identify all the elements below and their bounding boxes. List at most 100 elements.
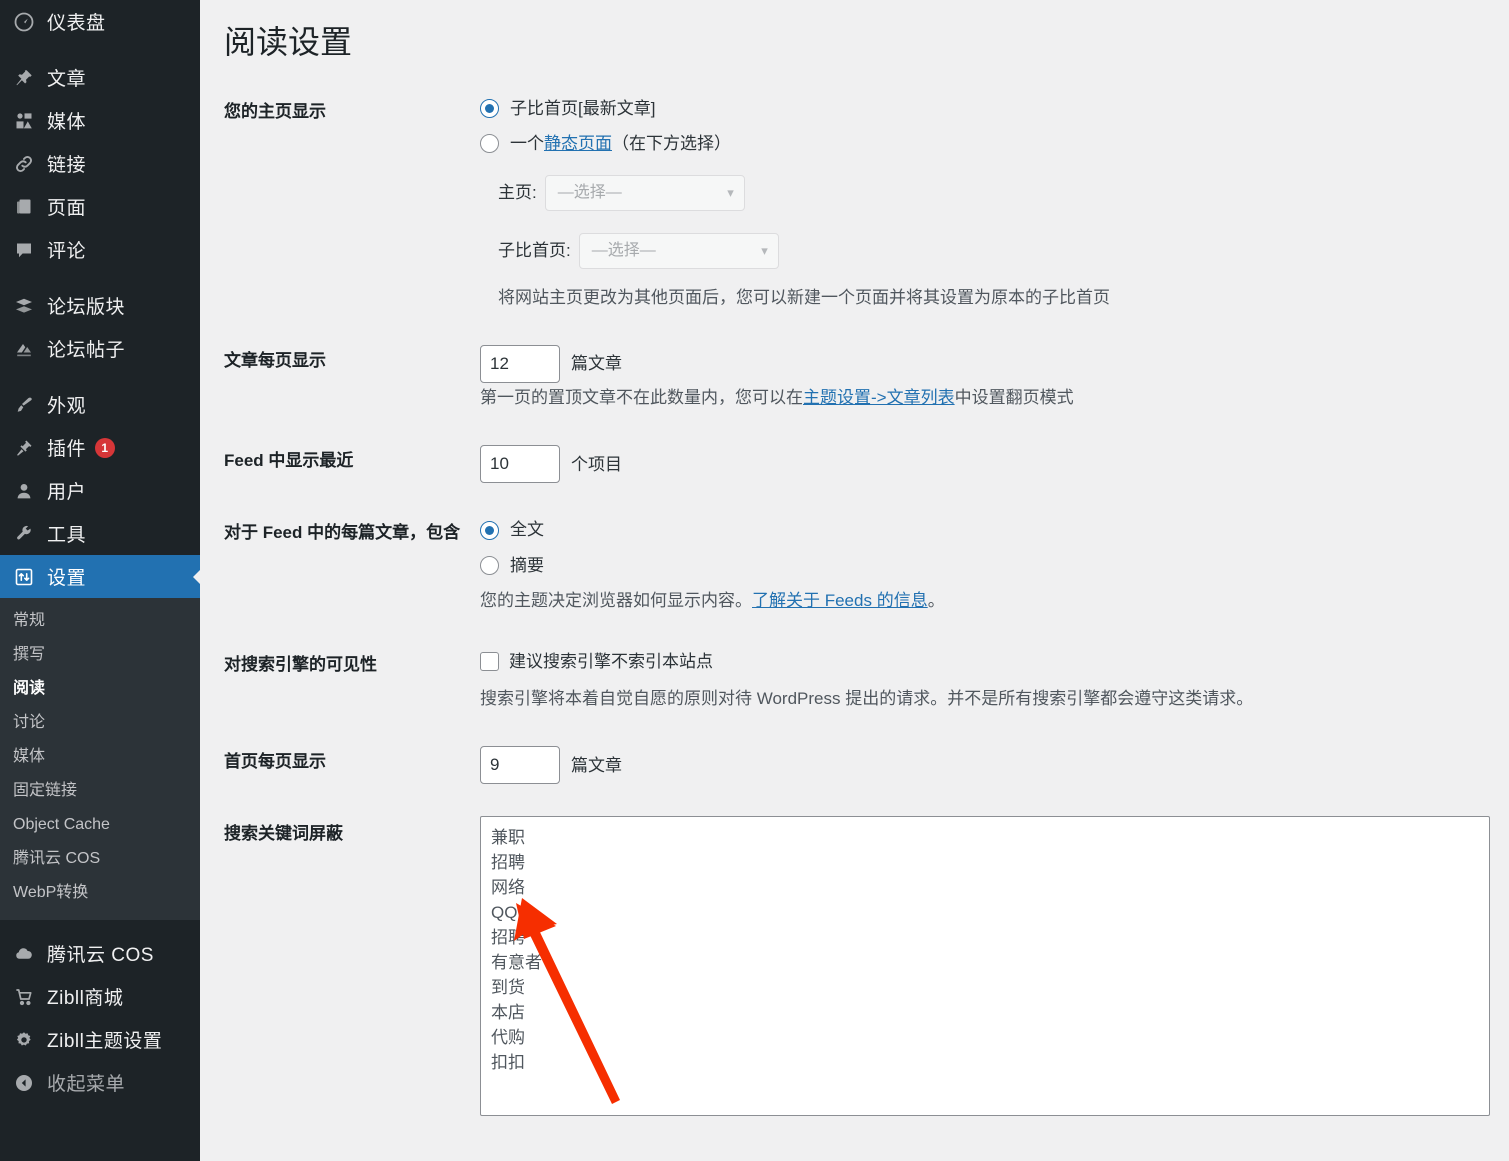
plugin-update-badge: 1 (95, 437, 116, 458)
sidebar-item-users[interactable]: 用户 (0, 469, 200, 512)
sidebar-item-appearance[interactable]: 外观 (0, 383, 200, 426)
chevron-down-icon: ▾ (727, 185, 734, 201)
tools-wrench-icon (9, 524, 47, 544)
note-after: 中设置翻页模式 (954, 387, 1074, 407)
home-per-page-unit: 篇文章 (571, 755, 622, 775)
submenu-item-discussion[interactable]: 讨论 (0, 706, 200, 740)
admin-sidebar: 仪表盘 文章 媒体 链接 页面 评论 论坛版块 论坛帖子 外观 插件 1 用户 … (0, 0, 200, 1161)
radio-indicator (480, 134, 499, 154)
submenu-item-object-cache[interactable]: Object Cache (0, 808, 200, 842)
radio-label-suffix: （在下方选择） (612, 134, 731, 154)
sidebar-item-zibll-theme-settings[interactable]: Zibll主题设置 (0, 1018, 200, 1061)
sidebar-item-posts[interactable]: 文章 (0, 56, 200, 99)
home-per-page-field: 篇文章 (480, 746, 1499, 785)
sidebar-label: 文章 (47, 69, 87, 90)
sidebar-divider (0, 271, 200, 284)
settings-icon (9, 567, 47, 587)
sidebar-label: 外观 (47, 396, 87, 417)
radio-homepage-static[interactable]: 一个 静态页面 （在下方选择） (480, 131, 1499, 157)
postspage-select-row: 子比首页: —选择— ▾ (498, 232, 1499, 269)
comment-icon (9, 240, 47, 260)
admin-page: 仪表盘 文章 媒体 链接 页面 评论 论坛版块 论坛帖子 外观 插件 1 用户 … (0, 0, 1509, 1161)
feed-items-unit: 个项目 (571, 454, 622, 474)
sidebar-divider (0, 370, 200, 383)
theme-settings-link[interactable]: 主题设置->文章列表 (803, 388, 955, 407)
sidebar-item-media[interactable]: 媒体 (0, 99, 200, 142)
sidebar-label: 收起菜单 (47, 1074, 126, 1095)
label-home-per-page: 首页每页显示 (224, 752, 326, 772)
label-postspage-select: 子比首页: (498, 240, 571, 260)
posts-per-page-note: 第一页的置顶文章不在此数量内，您可以在主题设置->文章列表中设置翻页模式 (480, 385, 1499, 411)
radio-label: 摘要 (510, 555, 544, 575)
submenu-item-tencent-cos[interactable]: 腾讯云 COS (0, 842, 200, 876)
row-search-visibility: 对搜索引擎的可见性 建议搜索引擎不索引本站点 搜索引擎将本着自觉自愿的原则对待 … (200, 631, 1509, 729)
sidebar-item-dashboard[interactable]: 仪表盘 (0, 0, 200, 43)
main-content: 阅读设置 您的主页显示 子比首页[最新文章] 一个 静态页面 （在下方选择） 主… (200, 0, 1509, 1161)
note-before: 您的主题决定浏览器如何显示内容。 (480, 591, 752, 611)
home-per-page-input[interactable] (480, 746, 560, 785)
postspage-select-value: —选择— (591, 241, 656, 259)
sidebar-item-plugins[interactable]: 插件 1 (0, 426, 200, 469)
row-homepage-display: 您的主页显示 子比首页[最新文章] 一个 静态页面 （在下方选择） 主页: —选… (200, 78, 1509, 327)
appearance-brush-icon (9, 395, 47, 415)
sidebar-label: 论坛帖子 (47, 340, 126, 361)
sidebar-item-tencent-cos-plugin[interactable]: 腾讯云 COS (0, 932, 200, 975)
label-homepage-select: 主页: (498, 182, 537, 202)
homepage-select[interactable]: —选择— ▾ (544, 174, 745, 211)
sidebar-item-collapse-menu[interactable]: 收起菜单 (0, 1061, 200, 1104)
radio-homepage-posts[interactable]: 子比首页[最新文章] (480, 96, 1499, 122)
sidebar-label: 插件 (47, 439, 87, 460)
homepage-select-value: —选择— (557, 183, 622, 201)
label-homepage-display: 您的主页显示 (224, 101, 326, 121)
feed-items-input[interactable] (480, 445, 560, 484)
row-feed-items: Feed 中显示最近 个项目 (200, 427, 1509, 499)
sidebar-item-comments[interactable]: 评论 (0, 228, 200, 271)
sidebar-bottom-group: 腾讯云 COS Zibll商城 Zibll主题设置 收起菜单 (0, 920, 200, 1104)
homepage-note: 将网站主页更改为其他页面后，您可以新建一个页面并将其设置为原本的子比首页 (498, 287, 1110, 307)
static-page-link[interactable]: 静态页面 (544, 131, 612, 157)
submenu-item-reading[interactable]: 阅读 (0, 672, 200, 706)
sidebar-label: 仪表盘 (47, 13, 106, 34)
label-posts-per-page: 文章每页显示 (224, 350, 326, 370)
radio-indicator (480, 520, 499, 540)
sidebar-item-forum-topic[interactable]: 论坛帖子 (0, 327, 200, 370)
link-icon (9, 154, 47, 174)
sidebar-item-zibll-shop[interactable]: Zibll商城 (0, 975, 200, 1018)
sidebar-item-settings[interactable]: 设置 (0, 555, 200, 598)
submenu-item-writing[interactable]: 撰写 (0, 638, 200, 672)
posts-per-page-input[interactable] (480, 344, 560, 383)
sidebar-label: 用户 (47, 482, 87, 503)
sidebar-item-tools[interactable]: 工具 (0, 512, 200, 555)
cart-icon (9, 987, 47, 1007)
sidebar-label: 页面 (47, 198, 87, 219)
search-visibility-note: 搜索引擎将本着自觉自愿的原则对待 WordPress 提出的请求。并不是所有搜索… (480, 689, 1254, 709)
forum-topic-icon (9, 339, 47, 359)
sidebar-item-pages[interactable]: 页面 (0, 185, 200, 228)
postspage-select[interactable]: —选择— ▾ (578, 232, 779, 269)
sidebar-label: Zibll商城 (47, 988, 124, 1009)
radio-label-prefix: 一个 (510, 134, 544, 154)
plugin-icon (9, 438, 47, 458)
radio-feed-full[interactable]: 全文 (480, 517, 1499, 543)
collapse-arrow-icon (9, 1073, 47, 1093)
sidebar-label: 论坛版块 (47, 297, 126, 318)
submenu-item-media[interactable]: 媒体 (0, 740, 200, 774)
note-before: 第一页的置顶文章不在此数量内，您可以在 (480, 387, 803, 407)
sidebar-label: 媒体 (47, 112, 87, 133)
checkbox-indicator (480, 651, 499, 671)
row-feed-content: 对于 Feed 中的每篇文章，包含 全文 摘要 您的主题决定浏览器如何显示内容。… (200, 499, 1509, 630)
sidebar-label: Zibll主题设置 (47, 1031, 163, 1052)
submenu-item-permalinks[interactable]: 固定链接 (0, 774, 200, 808)
keyword-block-textarea[interactable]: 兼职 招聘 网络 QQ 招聘 有意者 到货 本店 代购 扣扣 (480, 816, 1490, 1117)
forum-board-icon (9, 296, 47, 316)
sidebar-item-links[interactable]: 链接 (0, 142, 200, 185)
feeds-info-link[interactable]: 了解关于 Feeds 的信息 (752, 591, 928, 610)
submenu-item-webp[interactable]: WebP转换 (0, 876, 200, 910)
label-keyword-block: 搜索关键词屏蔽 (224, 824, 343, 844)
row-home-per-page: 首页每页显示 篇文章 (200, 728, 1509, 800)
radio-feed-excerpt[interactable]: 摘要 (480, 553, 1499, 579)
label-search-visibility: 对搜索引擎的可见性 (224, 654, 377, 674)
checkbox-discourage-search[interactable]: 建议搜索引擎不索引本站点 (480, 649, 1499, 675)
submenu-item-general[interactable]: 常规 (0, 604, 200, 638)
sidebar-item-forum-board[interactable]: 论坛版块 (0, 284, 200, 327)
